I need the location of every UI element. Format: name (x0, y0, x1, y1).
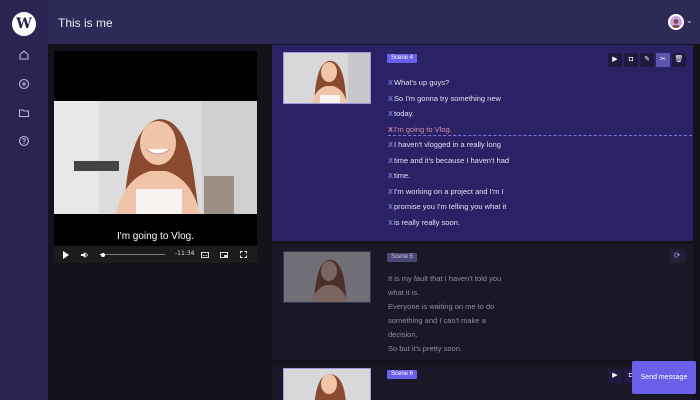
help-icon[interactable] (17, 134, 31, 148)
video-progress-knob[interactable] (101, 252, 106, 257)
transcript-line[interactable]: XI haven't vlogged in a really long (388, 140, 501, 149)
transcript-line[interactable]: decision. (388, 330, 418, 339)
transcript-line[interactable]: It is my fault that I haven't told you (388, 274, 501, 283)
scene-card[interactable]: Scene 6 ▶ ◘ (272, 365, 693, 400)
trash-icon[interactable]: 🗑 (672, 53, 686, 67)
avatar-face-icon (672, 19, 680, 28)
camera-icon[interactable]: ◘ (624, 53, 638, 67)
app-logo[interactable]: W (12, 12, 36, 36)
play-icon[interactable] (63, 251, 69, 259)
transcript-line[interactable]: Xtoday. (388, 109, 414, 118)
transcript-line[interactable]: Everyone is waiting on me to do (388, 302, 494, 311)
video-camera-icon[interactable]: ▶ (608, 369, 622, 383)
transcript-line[interactable]: XI'm working on a project and I'm I (388, 187, 504, 196)
scene-thumbnail[interactable] (283, 52, 371, 104)
video-controls: -11:34 (54, 246, 257, 263)
scene-thumbnail[interactable] (283, 251, 371, 303)
cut-marker-icon[interactable]: X (388, 140, 393, 149)
scene-badge: Scene 5 (387, 253, 418, 262)
video-scene-image (54, 101, 257, 214)
scene-thumbnail[interactable] (283, 368, 371, 400)
split-divider[interactable] (388, 135, 692, 136)
video-progress-bar[interactable] (100, 252, 165, 257)
edit-icon[interactable]: ✎ (640, 53, 654, 67)
transcript-line[interactable]: Xtime. (388, 171, 410, 180)
page-title: This is me (58, 16, 113, 30)
cut-marker-icon[interactable]: X (388, 156, 393, 165)
user-avatar[interactable] (668, 14, 684, 30)
transcript-line-highlighted[interactable]: XI'm going to Vlog. (388, 125, 452, 134)
cut-marker-icon[interactable]: X (388, 94, 393, 103)
captions-icon[interactable] (201, 252, 209, 258)
scene-thumbnail-image (284, 369, 370, 400)
transcript-line[interactable]: what it is. (388, 288, 419, 297)
fullscreen-icon[interactable] (240, 251, 247, 258)
cut-marker-icon[interactable]: X (388, 78, 393, 87)
cut-marker-icon[interactable]: X (388, 171, 393, 180)
top-header: This is me ⌄ (48, 0, 700, 44)
cut-icon[interactable]: ✂ (656, 53, 670, 67)
cut-marker-icon[interactable]: X (388, 109, 393, 118)
transcript-line[interactable]: Xis really really soon. (388, 218, 460, 227)
video-camera-icon[interactable]: ▶ (608, 53, 622, 67)
refresh-icon[interactable]: ⟳ (669, 249, 685, 263)
scene-badge: Scene 6 (387, 370, 418, 379)
sidebar: W (0, 0, 48, 400)
scene-badge: Scene 4 (387, 54, 418, 63)
cut-marker-icon[interactable]: X (388, 218, 393, 227)
volume-icon[interactable] (81, 251, 89, 259)
scene-card-active[interactable]: Scene 4 ▶ ◘ ✎ ✂ 🗑 XWhat's up guys? XSo I… (272, 45, 693, 241)
home-icon[interactable] (17, 48, 31, 62)
transcript-line[interactable]: Xtime and it's because I haven't had (388, 156, 509, 165)
transcript-line[interactable]: Xpromise you I'm telling you what it (388, 202, 506, 211)
add-circle-icon[interactable] (17, 77, 31, 91)
cut-marker-icon[interactable]: X (388, 187, 393, 196)
transcript-line[interactable]: something and I can't make a (388, 316, 486, 325)
picture-in-picture-icon[interactable] (220, 252, 228, 258)
scene-thumbnail-image (284, 53, 370, 103)
scene-card[interactable]: Scene 5 ⟳ It is my fault that I haven't … (272, 244, 693, 360)
video-time-remaining: -11:34 (175, 250, 195, 257)
video-frame[interactable] (54, 101, 257, 214)
scene-thumbnail-image (284, 252, 370, 302)
chevron-down-icon[interactable]: ⌄ (686, 16, 693, 25)
folder-icon[interactable] (17, 106, 31, 120)
transcript-line[interactable]: So but it's pretty soon. (388, 344, 462, 353)
send-message-button[interactable]: Send message (632, 361, 696, 394)
cut-marker-icon[interactable]: X (388, 202, 393, 211)
video-subtitle: I'm going to Vlog. (117, 231, 194, 242)
video-player[interactable]: I'm going to Vlog. -11:34 (54, 51, 257, 263)
cut-marker-icon[interactable]: X (388, 125, 393, 134)
transcript-line[interactable]: XWhat's up guys? (388, 78, 449, 87)
transcript-line[interactable]: XSo I'm gonna try something new (388, 94, 501, 103)
